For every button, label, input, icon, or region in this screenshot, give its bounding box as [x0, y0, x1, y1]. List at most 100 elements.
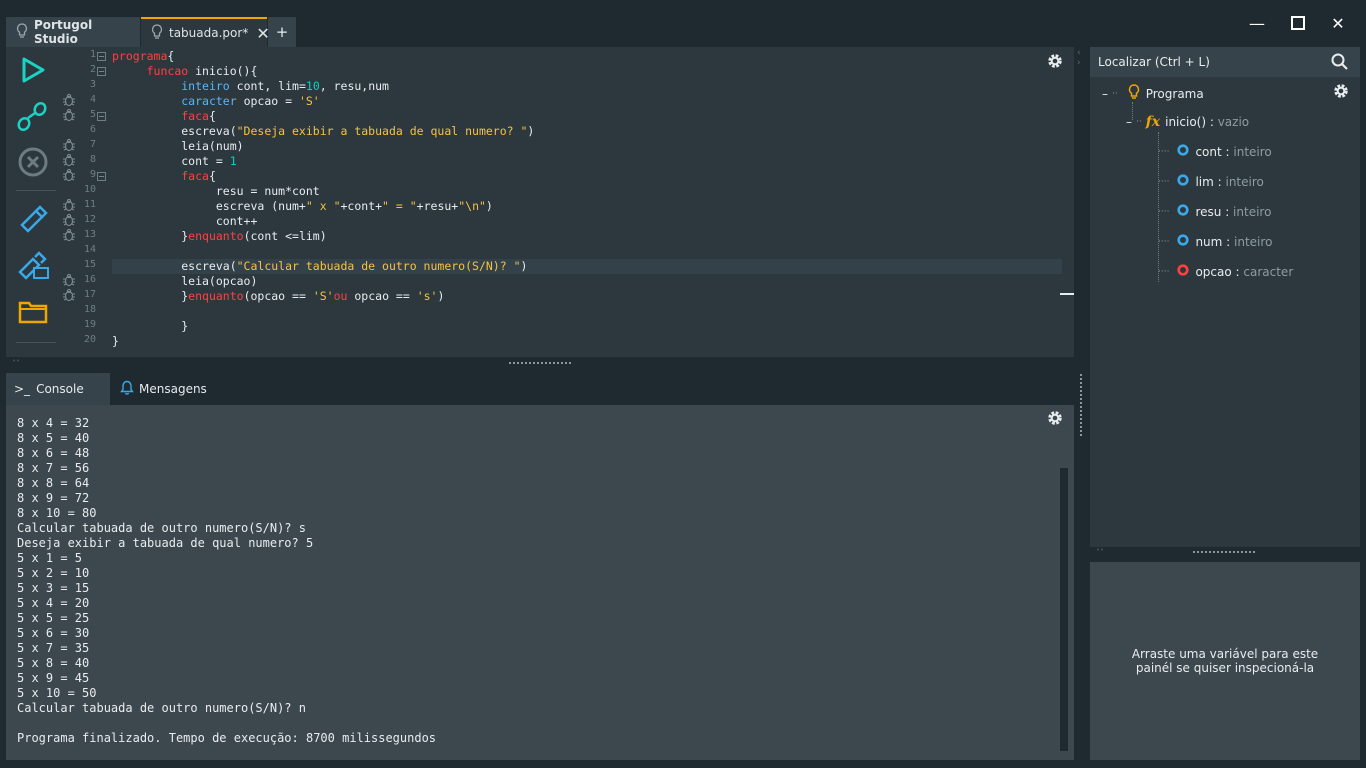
breakpoint-bug-icon[interactable]: [60, 93, 78, 108]
minimize-button[interactable]: —: [1242, 10, 1272, 36]
tab-portugol-studio[interactable]: Portugol Studio: [6, 17, 140, 47]
collapse-side-arrows-icon[interactable]: ‹ ›: [1077, 48, 1081, 68]
expand-collapse-arrows-icon[interactable]: ˄˅: [12, 359, 20, 368]
code-line[interactable]: programa{: [112, 49, 1062, 64]
right-splitter-handle[interactable]: [1193, 551, 1255, 554]
code-line[interactable]: }enquanto(cont <=lim): [112, 229, 1062, 244]
console-output[interactable]: 8 x 4 = 32 8 x 5 = 40 8 x 6 = 48 8 x 7 = 56…: [6, 405, 1074, 760]
tree-node-variable-lim[interactable]: ···· lim : inteiro: [1158, 174, 1264, 189]
console-line: 8 x 7 = 56: [17, 461, 90, 475]
code-line[interactable]: }enquanto(opcao == 'S'ou opcao == 's'): [112, 289, 1062, 304]
search-field[interactable]: Localizar (Ctrl + L): [1090, 47, 1360, 77]
tree-node-function-inicio[interactable]: – ·· fx inicio() : vazio: [1126, 114, 1249, 130]
fold-toggle-icon[interactable]: −: [97, 67, 106, 76]
line-number: 18: [83, 304, 96, 315]
collapse-icon[interactable]: –: [1102, 87, 1108, 101]
code-line[interactable]: }: [112, 334, 1062, 349]
fold-toggle-icon[interactable]: −: [97, 172, 106, 181]
console-line: 5 x 5 = 25: [17, 611, 90, 625]
variable-type: inteiro: [1233, 204, 1272, 219]
breakpoint-bug-icon[interactable]: [60, 108, 78, 123]
vertical-splitter-handle[interactable]: [1080, 374, 1082, 436]
variable-name: resu: [1195, 204, 1222, 219]
collapse-icon[interactable]: –: [1126, 115, 1132, 129]
tab-tabuada-file[interactable]: tabuada.por* ✕: [141, 17, 270, 47]
console-line: 5 x 7 = 35: [17, 641, 90, 655]
console-line: 8 x 9 = 72: [17, 491, 90, 505]
step-debug-button[interactable]: [16, 99, 50, 133]
breakpoint-bug-icon[interactable]: [60, 228, 78, 243]
lightbulb-icon: [16, 22, 28, 42]
tab-console[interactable]: >_ Console: [6, 373, 110, 405]
tab-messages[interactable]: Mensagens: [114, 373, 218, 405]
usb-config-button[interactable]: [16, 249, 50, 283]
code-line-current[interactable]: escreva("Calcular tabuada de outro numer…: [112, 259, 1062, 274]
open-folder-button[interactable]: [16, 295, 50, 329]
code-editor[interactable]: 1−2−3 4 5−6 7 8 9−10 11 12 13 14 15 16 17 18 19 20 prog…: [60, 47, 1074, 357]
run-button[interactable]: [16, 53, 50, 87]
code-line[interactable]: resu = num*cont: [112, 184, 1062, 199]
breakpoint-bug-icon[interactable]: [60, 153, 78, 168]
code-line[interactable]: [112, 304, 1062, 319]
horizontal-splitter-handle[interactable]: [509, 362, 571, 365]
variable-name: num: [1195, 234, 1223, 249]
code-line[interactable]: caracter opcao = 'S': [112, 94, 1062, 109]
breakpoint-bug-icon[interactable]: [60, 168, 78, 183]
console-scrollbar[interactable]: [1060, 468, 1068, 751]
fold-toggle-icon[interactable]: −: [97, 52, 106, 61]
console-line: 5 x 2 = 10: [17, 566, 90, 580]
line-number: 17: [83, 289, 96, 300]
stop-button[interactable]: [16, 145, 50, 179]
console-line: 8 x 6 = 48: [17, 446, 90, 460]
line-number: 2: [89, 64, 96, 75]
fold-toggle-icon[interactable]: −: [97, 112, 106, 121]
outline-settings-gear-icon[interactable]: [1332, 82, 1350, 100]
code-line[interactable]: leia(opcao): [112, 274, 1062, 289]
new-tab-button[interactable]: +: [268, 17, 296, 47]
tree-node-programa[interactable]: – ·· Programa: [1102, 84, 1204, 103]
breakpoint-bug-icon[interactable]: [60, 198, 78, 213]
console-line: 5 x 1 = 5: [17, 551, 83, 565]
code-line[interactable]: inteiro cont, lim=10, resu,num: [112, 79, 1062, 94]
toolbar-divider: [16, 342, 56, 343]
usb-button[interactable]: [16, 203, 50, 237]
function-name: inicio(): [1165, 115, 1207, 129]
tree-node-variable-cont[interactable]: ···· cont : inteiro: [1158, 144, 1272, 159]
close-window-button[interactable]: ✕: [1323, 10, 1353, 36]
console-line: 5 x 8 = 40: [17, 656, 90, 670]
search-icon[interactable]: [1331, 53, 1348, 73]
breakpoint-bug-icon[interactable]: [60, 273, 78, 288]
code-line[interactable]: escreva("Deseja exibir a tabuada de qual…: [112, 124, 1062, 139]
code-area[interactable]: programa{ funcao inicio(){ inteiro cont,…: [112, 49, 1062, 349]
code-line[interactable]: funcao inicio(){: [112, 64, 1062, 79]
breakpoint-bug-icon[interactable]: [60, 288, 78, 303]
code-line[interactable]: }: [112, 319, 1062, 334]
tree-node-variable-num[interactable]: ···· num : inteiro: [1158, 234, 1272, 249]
collapse-panel-icon[interactable]: [1060, 293, 1074, 295]
code-line[interactable]: faca{: [112, 109, 1062, 124]
line-number: 7: [89, 139, 96, 150]
code-line[interactable]: escreva (num+" x "+cont+" = "+resu+"\n"): [112, 199, 1062, 214]
code-line[interactable]: [112, 244, 1062, 259]
breakpoint-bug-icon[interactable]: [60, 138, 78, 153]
editor-settings-gear-icon[interactable]: [1046, 52, 1064, 70]
code-line[interactable]: leia(num): [112, 139, 1062, 154]
line-number: 11: [83, 199, 96, 210]
console-line: 5 x 6 = 30: [17, 626, 90, 640]
variable-type: inteiro: [1233, 144, 1272, 159]
tree-node-variable-opcao[interactable]: ···· opcao : caracter: [1158, 264, 1293, 279]
code-line[interactable]: cont++: [112, 214, 1062, 229]
maximize-button[interactable]: [1283, 10, 1313, 36]
variable-inspector-panel[interactable]: Arraste uma variável para este painél se…: [1090, 562, 1360, 760]
line-number: 10: [83, 184, 96, 195]
breakpoint-bug-icon[interactable]: [60, 213, 78, 228]
console-settings-gear-icon[interactable]: [1046, 409, 1064, 427]
editor-gutter: 1−2−3 4 5−6 7 8 9−10 11 12 13 14 15 16 17 18 19 20: [60, 47, 110, 357]
console-line: 8 x 5 = 40: [17, 431, 90, 445]
expand-collapse-arrows-icon[interactable]: ˄˅: [1096, 548, 1104, 557]
code-line[interactable]: faca{: [112, 169, 1062, 184]
code-line[interactable]: cont = 1: [112, 154, 1062, 169]
tree-node-variable-resu[interactable]: ···· resu : inteiro: [1158, 204, 1271, 219]
variable-dot-icon: [1177, 264, 1190, 279]
